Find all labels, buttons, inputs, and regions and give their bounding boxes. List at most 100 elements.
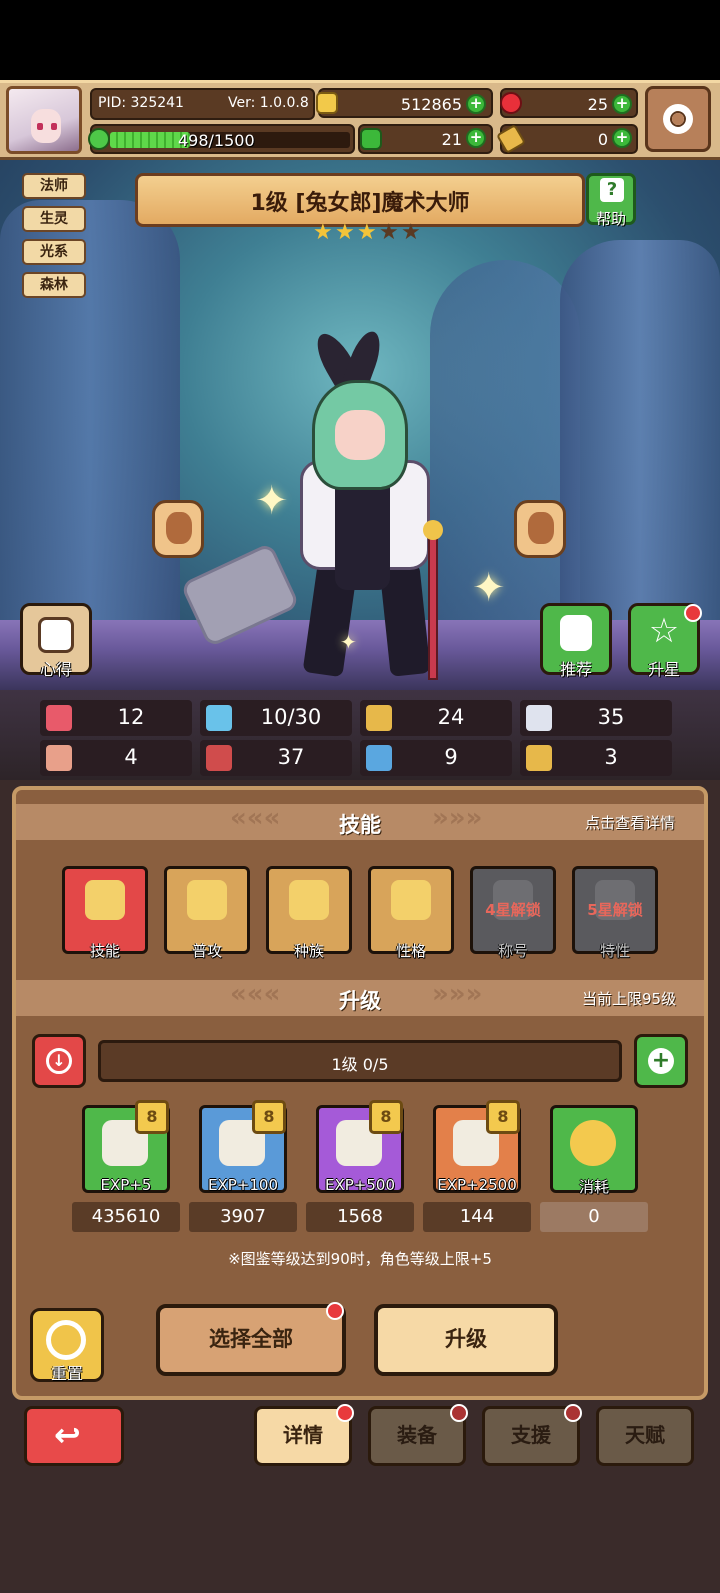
level-cap-footnote: ※图鉴等级达到90时，角色等级上限+5 bbox=[228, 1250, 492, 1268]
shield-icon bbox=[366, 705, 392, 731]
skill-label: 称号 bbox=[497, 942, 528, 960]
stat-value: 37 bbox=[277, 745, 305, 769]
exp-text: 498/1500 bbox=[178, 131, 255, 150]
horseshoe-icon bbox=[526, 745, 552, 771]
help-label: 帮助 bbox=[595, 210, 626, 228]
level-up-button[interactable]: 升级 bbox=[374, 1304, 558, 1376]
unlock-requirement: 4星解锁 bbox=[485, 901, 541, 919]
notebook-icon bbox=[38, 617, 74, 653]
item-count: 3907 bbox=[189, 1202, 297, 1232]
element-tag[interactable]: 光系 bbox=[22, 239, 86, 265]
bunny-icon bbox=[289, 880, 329, 920]
clover-amount: 21 bbox=[441, 130, 462, 149]
gem-amount: 25 bbox=[587, 95, 608, 114]
reset-cycle-icon bbox=[46, 1320, 86, 1360]
skill-label: 普攻 bbox=[191, 942, 222, 960]
notification-dot bbox=[326, 1302, 344, 1320]
stat-value: 12 bbox=[117, 705, 145, 729]
sparkle-icon: ✦ bbox=[340, 630, 357, 654]
heart-icon bbox=[46, 705, 72, 731]
item-count: 435610 bbox=[72, 1202, 180, 1232]
habitat-tag[interactable]: 森林 bbox=[22, 272, 86, 298]
sword-icon bbox=[187, 880, 227, 920]
boot-icon bbox=[366, 745, 392, 771]
wing-icon bbox=[526, 705, 552, 731]
class-tag[interactable]: 法师 bbox=[22, 173, 86, 199]
prev-arrow-icon bbox=[166, 512, 192, 544]
reset-label: 重置 bbox=[50, 1364, 83, 1383]
star-outline-icon: ☆ bbox=[648, 611, 680, 651]
skills-detail-hint[interactable]: 点击查看详情 bbox=[585, 812, 675, 833]
clover-icon bbox=[360, 128, 382, 150]
sparkle-icon: ✦ bbox=[255, 478, 289, 524]
item-count: 144 bbox=[423, 1202, 531, 1232]
character-face bbox=[335, 410, 385, 460]
gear-hole bbox=[672, 113, 684, 125]
recommend-label: 推荐 bbox=[559, 660, 592, 679]
skill-icon bbox=[85, 880, 125, 920]
add-gold-button[interactable]: + bbox=[466, 94, 486, 114]
key-amount: 0 bbox=[597, 130, 608, 149]
unlock-requirement: 5星解锁 bbox=[587, 901, 643, 919]
player-avatar[interactable] bbox=[6, 86, 82, 154]
notification-dot bbox=[684, 604, 702, 622]
background-tree bbox=[0, 200, 180, 660]
add-key-button[interactable]: + bbox=[612, 128, 632, 148]
staff-orb bbox=[423, 520, 443, 540]
skill-label: 性格 bbox=[395, 942, 426, 960]
item-label: 消耗 bbox=[578, 1178, 609, 1196]
item-label: EXP+500 bbox=[325, 1176, 395, 1194]
magic-staff bbox=[428, 530, 438, 680]
star-empty-icon: ★ bbox=[401, 220, 421, 245]
star-icon: ★ bbox=[357, 220, 377, 245]
player-id: PID: 325241 bbox=[98, 95, 184, 111]
stat-value: 3 bbox=[604, 745, 618, 769]
version-text: Ver: 1.0.0.8 bbox=[228, 95, 309, 111]
book-icon bbox=[206, 745, 232, 771]
item-label: EXP+100 bbox=[208, 1176, 278, 1194]
stat-value: 24 bbox=[437, 705, 465, 729]
skill-label: 技能 bbox=[89, 942, 120, 960]
quantity-badge: 8 bbox=[369, 1100, 403, 1134]
stat-value: 9 bbox=[444, 745, 458, 769]
notification-dot bbox=[450, 1404, 468, 1422]
skill-label: 种族 bbox=[293, 942, 324, 960]
race-tag[interactable]: 生灵 bbox=[22, 206, 86, 232]
level-cap-note: 当前上限95级 bbox=[582, 990, 677, 1008]
item-label: EXP+2500 bbox=[437, 1176, 517, 1194]
cross-icon bbox=[391, 880, 431, 920]
coin-icon bbox=[570, 1120, 616, 1166]
stat-value: 35 bbox=[597, 705, 625, 729]
add-clover-button[interactable]: + bbox=[466, 128, 486, 148]
quantity-badge: 8 bbox=[486, 1100, 520, 1134]
level-progress-text: 1级 0/5 bbox=[331, 1055, 389, 1074]
notification-dot bbox=[564, 1404, 582, 1422]
skill-label: 特性 bbox=[599, 942, 630, 960]
next-arrow-icon bbox=[528, 512, 554, 544]
star-empty-icon: ★ bbox=[379, 220, 399, 245]
stat-value: 4 bbox=[124, 745, 138, 769]
item-count: 0 bbox=[540, 1202, 648, 1232]
character-title: 1级 [兔女郎]魔术大师 bbox=[250, 191, 470, 216]
select-all-button[interactable]: 选择全部 bbox=[156, 1304, 346, 1376]
water-drop-icon bbox=[206, 705, 232, 731]
insight-label: 心得 bbox=[39, 660, 72, 679]
notification-dot bbox=[336, 1404, 354, 1422]
tab-talent[interactable]: 天赋 bbox=[596, 1406, 694, 1466]
item-label: EXP+5 bbox=[100, 1176, 152, 1194]
star-up-label: 升星 bbox=[647, 660, 680, 679]
star-icon: ★ bbox=[335, 220, 355, 245]
plus-icon: + bbox=[648, 1048, 674, 1074]
add-gem-button[interactable]: + bbox=[612, 94, 632, 114]
thumbs-up-icon bbox=[560, 615, 592, 651]
red-gem-icon bbox=[500, 92, 522, 114]
fist-icon bbox=[46, 745, 72, 771]
sparkle-icon: ✦ bbox=[472, 565, 506, 611]
gold-amount: 512865 bbox=[400, 95, 462, 114]
gold-coin-icon bbox=[316, 92, 338, 114]
question-icon: ? bbox=[600, 178, 624, 202]
status-bar-area bbox=[0, 0, 720, 80]
download-arrow-icon: ↓ bbox=[46, 1048, 72, 1074]
quantity-badge: 8 bbox=[135, 1100, 169, 1134]
avatar-eye bbox=[37, 123, 43, 130]
